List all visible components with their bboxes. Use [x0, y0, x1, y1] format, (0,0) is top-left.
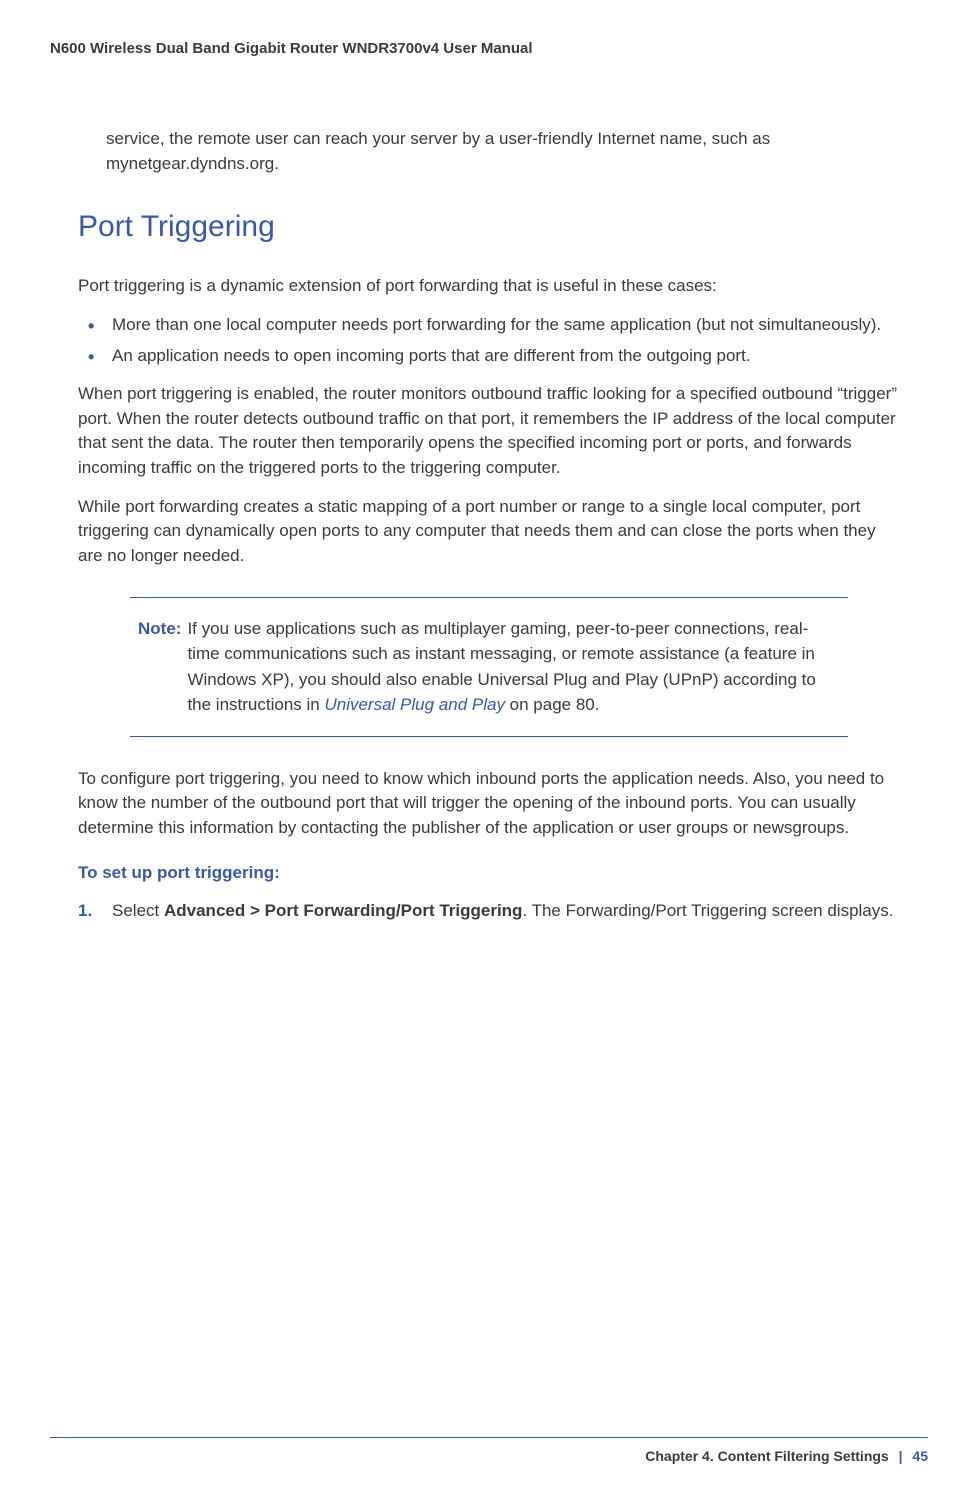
document-header-title: N600 Wireless Dual Band Gigabit Router W… — [50, 40, 928, 57]
procedure-heading: To set up port triggering: — [78, 863, 900, 883]
body-paragraph: When port triggering is enabled, the rou… — [78, 382, 900, 481]
body-paragraph: While port forwarding creates a static m… — [78, 495, 900, 569]
section-heading-port-triggering: Port Triggering — [78, 210, 900, 244]
note-label: Note: — [138, 619, 181, 638]
step-text-pre: Select — [112, 901, 164, 920]
procedure-steps: 1. Select Advanced > Port Forwarding/Por… — [78, 899, 900, 924]
page-root: N600 Wireless Dual Band Gigabit Router W… — [0, 0, 978, 1504]
footer-page-number: 45 — [912, 1448, 928, 1464]
menu-path-bold: Advanced > Port Forwarding/Port Triggeri… — [164, 901, 522, 920]
footer-separator: | — [893, 1448, 909, 1464]
footer-chapter: Chapter 4. Content Filtering Settings — [645, 1448, 888, 1464]
step-number: 1. — [78, 899, 92, 924]
intro-paragraph: Port triggering is a dynamic extension o… — [78, 274, 900, 299]
note-callout: Note: If you use applications such as mu… — [130, 597, 848, 737]
use-cases-list: More than one local computer needs port … — [78, 313, 900, 368]
step-text-post: . The Forwarding/Port Triggering screen … — [522, 901, 893, 920]
content-region: service, the remote user can reach your … — [50, 127, 928, 923]
link-universal-plug-and-play[interactable]: Universal Plug and Play — [324, 695, 504, 714]
note-text: If you use applications such as multipla… — [187, 616, 840, 718]
continuation-paragraph: service, the remote user can reach your … — [78, 127, 900, 176]
list-item: More than one local computer needs port … — [78, 313, 900, 338]
list-item: An application needs to open incoming po… — [78, 344, 900, 369]
body-paragraph: To configure port triggering, you need t… — [78, 767, 900, 841]
step-item: 1. Select Advanced > Port Forwarding/Por… — [78, 899, 900, 924]
page-footer: Chapter 4. Content Filtering Settings | … — [50, 1437, 928, 1464]
note-text-after: on page 80. — [505, 695, 600, 714]
